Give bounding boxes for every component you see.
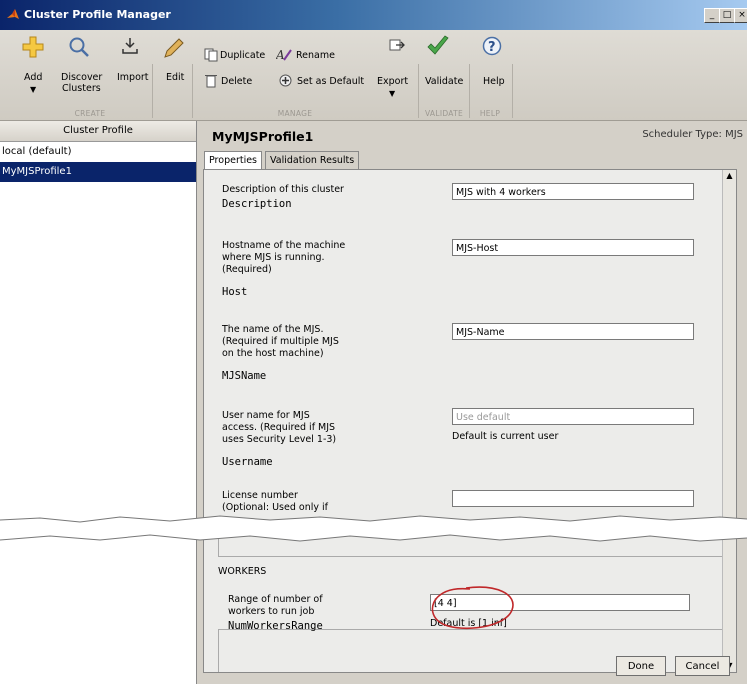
- duplicate-label: Duplicate: [220, 50, 266, 61]
- add-icon: [22, 36, 44, 58]
- username-default-hint: Default is current user: [452, 431, 559, 442]
- group-label-validate: VALIDATE: [424, 109, 464, 118]
- description-field[interactable]: MJS with 4 workers: [452, 183, 694, 200]
- profile-detail-panel: MyMJSProfile1 Scheduler Type: MJS Proper…: [198, 121, 747, 684]
- scheduler-type-label: Scheduler Type: MJS: [642, 129, 743, 140]
- rename-icon: A: [276, 48, 292, 62]
- svg-text:?: ?: [488, 40, 496, 55]
- add-dropdown-icon[interactable]: ▼: [30, 84, 36, 95]
- host-field[interactable]: MJS-Host: [452, 239, 694, 256]
- profile-name-heading: MyMJSProfile1: [212, 129, 314, 144]
- username-property-name: Username: [222, 456, 273, 468]
- help-icon: ?: [482, 36, 502, 56]
- description-label: Description of this cluster: [222, 184, 344, 195]
- toolstrip: Add ▼ Discover Clusters Import Edit Dupl…: [0, 30, 747, 121]
- page-tear-divider: [0, 515, 747, 542]
- group-label-help: HELP: [479, 109, 501, 118]
- help-label: Help: [483, 76, 505, 87]
- tab-properties[interactable]: Properties: [204, 151, 263, 170]
- license-field[interactable]: [452, 490, 694, 507]
- delete-label: Delete: [221, 76, 253, 87]
- magnifier-icon: [69, 37, 89, 57]
- rename-label: Rename: [296, 50, 335, 61]
- annotation-circle: [431, 586, 514, 630]
- set-default-icon: [279, 74, 292, 87]
- export-icon: [389, 39, 405, 51]
- profile-list-item-selected[interactable]: MyMJSProfile1: [0, 162, 196, 182]
- separator: [469, 64, 470, 118]
- matlab-logo-icon: [7, 9, 19, 19]
- done-button[interactable]: Done: [616, 656, 666, 676]
- discover-label-line1: Discover: [61, 72, 103, 83]
- mjsname-property-name: MJSName: [222, 370, 267, 382]
- checkmark-icon: [427, 35, 449, 55]
- separator: [418, 64, 419, 118]
- group-label-create: CREATE: [74, 109, 106, 118]
- discover-label-line2: Clusters: [62, 83, 101, 94]
- set-default-label: Set as Default: [297, 76, 365, 87]
- profile-list-header[interactable]: Cluster Profile: [0, 121, 196, 142]
- description-property-name: Description: [222, 198, 292, 210]
- tab-validation-results[interactable]: Validation Results: [265, 151, 360, 169]
- username-field[interactable]: Use default: [452, 408, 694, 425]
- import-label: Import: [117, 72, 149, 83]
- group-label-manage: MANAGE: [277, 109, 313, 118]
- validate-label: Validate: [425, 76, 464, 87]
- svg-text:A: A: [276, 48, 285, 62]
- host-label: Hostname of the machine where MJS is run…: [222, 240, 346, 275]
- profile-list-item[interactable]: local (default): [0, 142, 196, 162]
- duplicate-icon: [204, 48, 218, 62]
- close-button[interactable]: ×: [734, 8, 747, 23]
- export-dropdown-icon[interactable]: ▼: [389, 88, 395, 99]
- cluster-profile-manager-window: Cluster Profile Manager _ □ × Add ▼ Disc…: [0, 0, 747, 684]
- workers-section-title: WORKERS: [216, 566, 269, 577]
- edit-label: Edit: [166, 72, 185, 83]
- mjsname-label: The name of the MJS. (Required if multip…: [222, 324, 339, 359]
- maximize-button[interactable]: □: [719, 8, 735, 23]
- minimize-button[interactable]: _: [704, 8, 720, 23]
- properties-scrollbar[interactable]: ▲ ▼: [722, 170, 736, 672]
- separator: [512, 64, 513, 118]
- import-icon: [122, 38, 138, 54]
- profile-list-panel: Cluster Profile local (default) MyMJSPro…: [0, 121, 197, 684]
- cancel-button[interactable]: Cancel: [675, 656, 730, 676]
- export-label: Export: [377, 76, 409, 87]
- add-label: Add: [24, 72, 43, 83]
- username-label: User name for MJS access. (Required if M…: [222, 410, 337, 445]
- workers-range-property-name: NumWorkersRange: [228, 620, 323, 632]
- scroll-up-arrow-icon[interactable]: ▲: [723, 170, 736, 182]
- title-bar: Cluster Profile Manager _ □ ×: [0, 0, 747, 30]
- separator: [152, 64, 153, 118]
- properties-pane: Description of this cluster Description …: [203, 169, 737, 673]
- workers-range-label: Range of number of workers to run job: [228, 594, 323, 617]
- separator: [192, 64, 193, 118]
- mjsname-field[interactable]: MJS-Name: [452, 323, 694, 340]
- window-title: Cluster Profile Manager: [24, 8, 171, 21]
- pencil-icon: [164, 38, 184, 58]
- host-property-name: Host: [222, 286, 248, 298]
- delete-icon: [205, 75, 217, 88]
